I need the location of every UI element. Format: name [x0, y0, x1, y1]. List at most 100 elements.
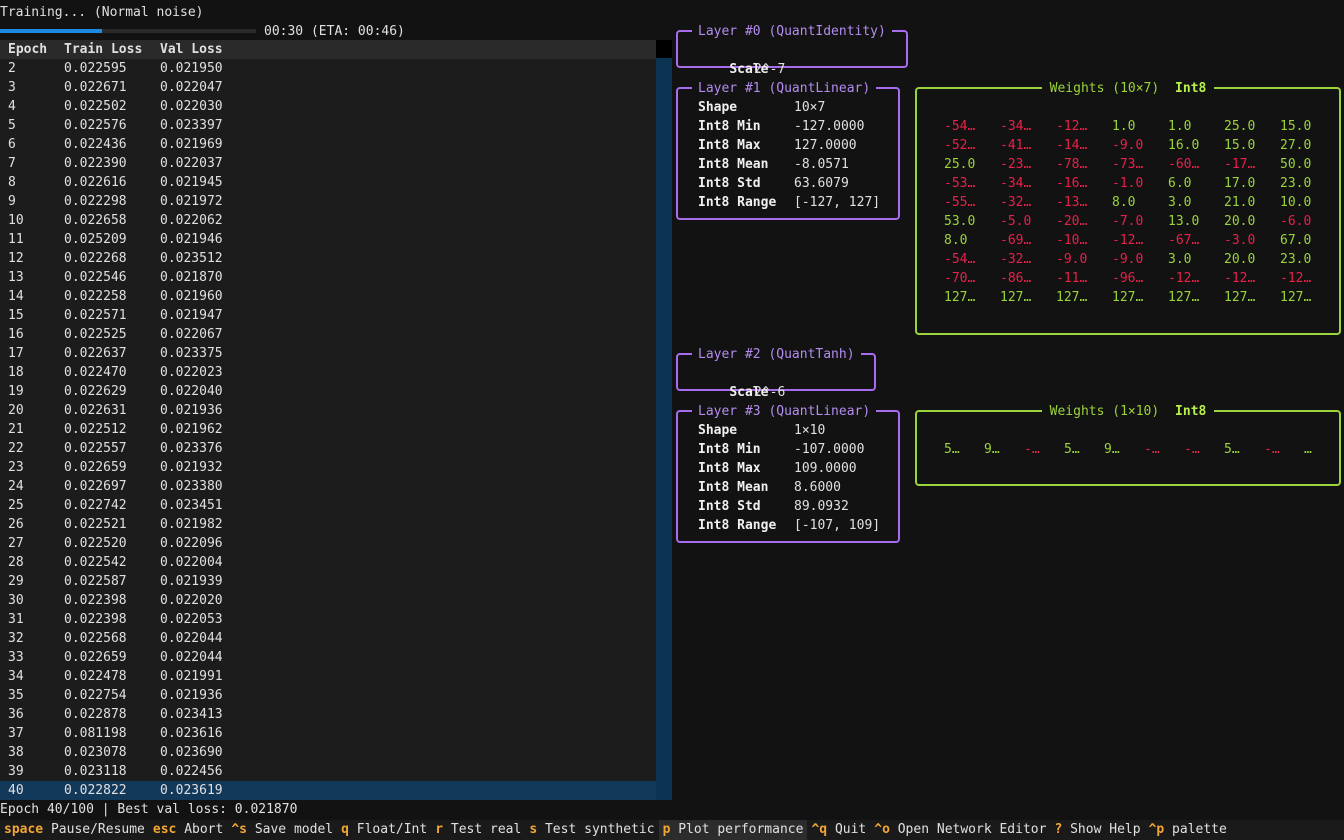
table-row[interactable]: 39 0.023118 0.022456 — [0, 762, 656, 781]
train-loss-cell: 0.081198 — [64, 726, 127, 741]
layer-1-weight-cell: 17.0 — [1224, 176, 1256, 191]
scrollbar[interactable] — [656, 40, 672, 800]
layer-1-panel: Layer #1 (QuantLinear) Shape 10×7 Int8 Min… — [676, 79, 900, 220]
train-loss-cell: 0.022398 — [64, 612, 127, 627]
val-loss-cell: 0.023376 — [160, 441, 223, 456]
table-row[interactable]: 10 0.022658 0.022062 — [0, 211, 656, 230]
epoch-cell: 37 — [8, 726, 24, 741]
table-row[interactable]: 37 0.081198 0.023616 — [0, 724, 656, 743]
keybinding-bar: space Pause/Resume esc Abort ^s Save model… — [0, 820, 1344, 840]
table-row[interactable]: 8 0.022616 0.021945 — [0, 173, 656, 192]
table-row[interactable]: 33 0.022659 0.022044 — [0, 648, 656, 667]
val-loss-cell: 0.023690 — [160, 745, 223, 760]
table-row[interactable]: 4 0.022502 0.022030 — [0, 97, 656, 116]
epoch-cell: 38 — [8, 745, 24, 760]
table-row[interactable]: 9 0.022298 0.021972 — [0, 192, 656, 211]
keybinding-label: Plot performance — [678, 822, 804, 837]
table-row[interactable]: 16 0.022525 0.022067 — [0, 325, 656, 344]
table-row[interactable]: 2 0.022595 0.021950 — [0, 59, 656, 78]
keybinding-pause-resume[interactable]: space Pause/Resume — [0, 820, 149, 840]
table-row[interactable]: 3 0.022671 0.022047 — [0, 78, 656, 97]
val-loss-cell: 0.021982 — [160, 517, 223, 532]
layer-1-weight-cell: -20… — [1056, 214, 1088, 229]
table-row[interactable]: 23 0.022659 0.021932 — [0, 458, 656, 477]
val-loss-cell: 0.023512 — [160, 251, 223, 266]
table-row[interactable]: 5 0.022576 0.023397 — [0, 116, 656, 135]
table-row[interactable]: 24 0.022697 0.023380 — [0, 477, 656, 496]
keybinding-plot-performance[interactable]: p Plot performance — [658, 820, 808, 840]
keybinding-test-synthetic[interactable]: s Test synthetic — [525, 820, 658, 840]
layer-3-weight-cell: -… — [1264, 442, 1280, 457]
keybinding-key: s — [529, 822, 538, 837]
epoch-cell: 2 — [8, 61, 16, 76]
table-row[interactable]: 35 0.022754 0.021936 — [0, 686, 656, 705]
table-row[interactable]: 19 0.022629 0.022040 — [0, 382, 656, 401]
table-row[interactable]: 26 0.022521 0.021982 — [0, 515, 656, 534]
layer-3-stat: Int8 Max 109.0000 — [698, 459, 857, 478]
layer-1-weight-cell: -12… — [1224, 271, 1256, 286]
layer-1-weight-cell: 1.0 — [1112, 119, 1136, 134]
layer-0-scale: Scale 2^-7 — [698, 41, 785, 77]
val-loss-cell: 0.021946 — [160, 232, 223, 247]
table-row[interactable]: 25 0.022742 0.023451 — [0, 496, 656, 515]
epoch-cell: 13 — [8, 270, 24, 285]
table-row[interactable]: 21 0.022512 0.021962 — [0, 420, 656, 439]
table-row[interactable]: 14 0.022258 0.021960 — [0, 287, 656, 306]
layer-1-stat-value: 127.0000 — [794, 138, 857, 153]
layer-1-weight-cell: 3.0 — [1168, 195, 1192, 210]
table-row[interactable]: 40 0.022822 0.023619 — [0, 781, 656, 800]
layer-1-weight-cell: -14… — [1056, 138, 1088, 153]
table-row[interactable]: 27 0.022520 0.022096 — [0, 534, 656, 553]
layer-3-weight-cell: … — [1304, 442, 1312, 457]
layer-1-weight-cell: -54… — [944, 119, 976, 134]
layer-1-stat-label: Shape — [698, 100, 738, 115]
table-row[interactable]: 12 0.022268 0.023512 — [0, 249, 656, 268]
keybinding-abort[interactable]: esc Abort — [149, 820, 227, 840]
layer-1-weight-cell: 20.0 — [1224, 252, 1256, 267]
scrollbar-thumb[interactable] — [656, 40, 672, 58]
train-loss-cell: 0.022587 — [64, 574, 127, 589]
keybinding-key: esc — [152, 822, 177, 837]
table-row[interactable]: 34 0.022478 0.021991 — [0, 667, 656, 686]
table-row[interactable]: 22 0.022557 0.023376 — [0, 439, 656, 458]
layer-3-weight-cell: 5… — [1224, 442, 1240, 457]
keybinding-palette[interactable]: ^p palette — [1145, 820, 1231, 840]
keybinding-open-network-editor[interactable]: ^o Open Network Editor — [870, 820, 1050, 840]
epoch-cell: 15 — [8, 308, 24, 323]
table-row[interactable]: 30 0.022398 0.022020 — [0, 591, 656, 610]
progress-bar-fill — [0, 29, 103, 33]
keybinding-label: Float/Int — [356, 822, 428, 837]
keybinding-float-int[interactable]: q Float/Int — [337, 820, 431, 840]
train-loss-cell: 0.022571 — [64, 308, 127, 323]
table-row[interactable]: 6 0.022436 0.021969 — [0, 135, 656, 154]
epoch-cell: 33 — [8, 650, 24, 665]
keybinding-save-model[interactable]: ^s Save model — [227, 820, 337, 840]
table-row[interactable]: 20 0.022631 0.021936 — [0, 401, 656, 420]
keybinding-test-real[interactable]: r Test real — [431, 820, 525, 840]
table-row[interactable]: 7 0.022390 0.022037 — [0, 154, 656, 173]
table-row[interactable]: 13 0.022546 0.021870 — [0, 268, 656, 287]
table-row[interactable]: 38 0.023078 0.023690 — [0, 743, 656, 762]
keybinding-key: q — [341, 822, 349, 837]
train-loss-cell: 0.022525 — [64, 327, 127, 342]
layer-1-weight-cell: -12… — [1112, 233, 1144, 248]
table-row[interactable]: 18 0.022470 0.022023 — [0, 363, 656, 382]
layer-1-weight-cell: 8.0 — [1112, 195, 1136, 210]
table-row[interactable]: 15 0.022571 0.021947 — [0, 306, 656, 325]
table-row[interactable]: 11 0.025209 0.021946 — [0, 230, 656, 249]
table-row[interactable]: 36 0.022878 0.023413 — [0, 705, 656, 724]
table-row[interactable]: 31 0.022398 0.022053 — [0, 610, 656, 629]
epoch-table[interactable]: Epoch Train Loss Val Loss 2 0.022595 0.021… — [0, 40, 656, 800]
layer-1-weight-cell: 127… — [944, 290, 976, 305]
val-loss-cell: 0.022023 — [160, 365, 223, 380]
train-loss-cell: 0.022390 — [64, 156, 127, 171]
keybinding-quit[interactable]: ^q Quit — [807, 820, 870, 840]
table-row[interactable]: 17 0.022637 0.023375 — [0, 344, 656, 363]
table-row[interactable]: 32 0.022568 0.022044 — [0, 629, 656, 648]
keybinding-show-help[interactable]: ? Show Help — [1050, 820, 1144, 840]
table-row[interactable]: 28 0.022542 0.022004 — [0, 553, 656, 572]
epoch-cell: 9 — [8, 194, 16, 209]
keybinding-key: p — [662, 822, 671, 837]
table-row[interactable]: 29 0.022587 0.021939 — [0, 572, 656, 591]
layer-1-weight-cell: -13… — [1056, 195, 1088, 210]
